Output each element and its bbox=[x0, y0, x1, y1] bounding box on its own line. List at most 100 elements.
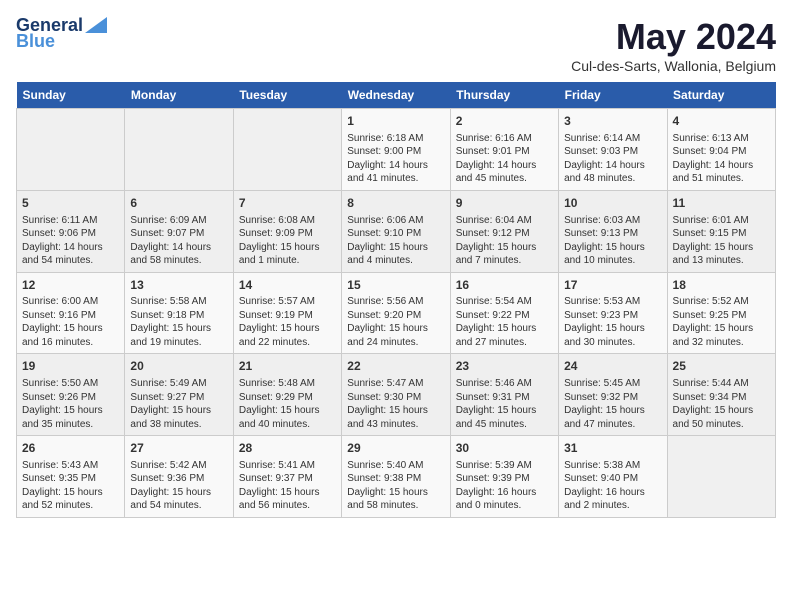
day-number: 18 bbox=[673, 277, 770, 294]
day-header-tuesday: Tuesday bbox=[233, 82, 341, 109]
day-number: 19 bbox=[22, 358, 119, 375]
day-info: Sunrise: 6:01 AM Sunset: 9:15 PM Dayligh… bbox=[673, 214, 770, 268]
day-number: 9 bbox=[456, 195, 553, 212]
logo-blue: Blue bbox=[16, 32, 55, 52]
logo: General Blue bbox=[16, 16, 107, 52]
calendar-cell: 15Sunrise: 5:56 AM Sunset: 9:20 PM Dayli… bbox=[342, 272, 450, 354]
day-number: 17 bbox=[564, 277, 661, 294]
day-info: Sunrise: 6:13 AM Sunset: 9:04 PM Dayligh… bbox=[673, 132, 770, 186]
day-number: 7 bbox=[239, 195, 336, 212]
day-number: 6 bbox=[130, 195, 227, 212]
page-header: General Blue May 2024 Cul-des-Sarts, Wal… bbox=[16, 16, 776, 74]
day-number: 21 bbox=[239, 358, 336, 375]
day-number: 2 bbox=[456, 113, 553, 130]
day-number: 14 bbox=[239, 277, 336, 294]
day-info: Sunrise: 5:43 AM Sunset: 9:35 PM Dayligh… bbox=[22, 459, 119, 513]
calendar-cell bbox=[125, 109, 233, 191]
title-section: May 2024 Cul-des-Sarts, Wallonia, Belgiu… bbox=[571, 16, 776, 74]
day-info: Sunrise: 6:03 AM Sunset: 9:13 PM Dayligh… bbox=[564, 214, 661, 268]
day-number: 10 bbox=[564, 195, 661, 212]
calendar-cell: 10 Sunrise: 6:03 AM Sunset: 9:13 PM Dayli… bbox=[559, 190, 667, 272]
day-number: 5 bbox=[22, 195, 119, 212]
day-number: 30 bbox=[456, 440, 553, 457]
day-info: Sunrise: 5:40 AM Sunset: 9:38 PM Dayligh… bbox=[347, 459, 444, 513]
calendar-cell: 22Sunrise: 5:47 AM Sunset: 9:30 PM Dayli… bbox=[342, 354, 450, 436]
day-number: 20 bbox=[130, 358, 227, 375]
calendar-cell bbox=[233, 109, 341, 191]
calendar-cell: 13Sunrise: 5:58 AM Sunset: 9:18 PM Dayli… bbox=[125, 272, 233, 354]
day-info: Sunrise: 5:48 AM Sunset: 9:29 PM Dayligh… bbox=[239, 377, 336, 431]
day-number: 26 bbox=[22, 440, 119, 457]
day-number: 23 bbox=[456, 358, 553, 375]
calendar-cell: 12Sunrise: 6:00 AM Sunset: 9:16 PM Dayli… bbox=[17, 272, 125, 354]
calendar-cell: 21 Sunrise: 5:48 AM Sunset: 9:29 PM Dayli… bbox=[233, 354, 341, 436]
day-header-friday: Friday bbox=[559, 82, 667, 109]
calendar-cell: 30Sunrise: 5:39 AM Sunset: 9:39 PM Dayli… bbox=[450, 436, 558, 518]
calendar-cell: 24 Sunrise: 5:45 AM Sunset: 9:32 PM Dayli… bbox=[559, 354, 667, 436]
calendar-cell: 19 Sunrise: 5:50 AM Sunset: 9:26 PM Dayli… bbox=[17, 354, 125, 436]
day-number: 28 bbox=[239, 440, 336, 457]
day-number: 12 bbox=[22, 277, 119, 294]
calendar-cell bbox=[667, 436, 775, 518]
day-info: Sunrise: 6:09 AM Sunset: 9:07 PM Dayligh… bbox=[130, 214, 227, 268]
calendar-table: SundayMondayTuesdayWednesdayThursdayFrid… bbox=[16, 82, 776, 518]
day-info: Sunrise: 6:14 AM Sunset: 9:03 PM Dayligh… bbox=[564, 132, 661, 186]
day-number: 11 bbox=[673, 195, 770, 212]
day-header-thursday: Thursday bbox=[450, 82, 558, 109]
calendar-cell: 5 Sunrise: 6:11 AM Sunset: 9:06 PM Daylig… bbox=[17, 190, 125, 272]
day-info: Sunrise: 5:41 AM Sunset: 9:37 PM Dayligh… bbox=[239, 459, 336, 513]
calendar-cell: 7 Sunrise: 6:08 AM Sunset: 9:09 PM Daylig… bbox=[233, 190, 341, 272]
day-info: Sunrise: 5:42 AM Sunset: 9:36 PM Dayligh… bbox=[130, 459, 227, 513]
calendar-cell bbox=[17, 109, 125, 191]
calendar-cell: 11 Sunrise: 6:01 AM Sunset: 9:15 PM Dayli… bbox=[667, 190, 775, 272]
day-number: 31 bbox=[564, 440, 661, 457]
calendar-cell: 20 Sunrise: 5:49 AM Sunset: 9:27 PM Dayli… bbox=[125, 354, 233, 436]
day-info: Sunrise: 5:50 AM Sunset: 9:26 PM Dayligh… bbox=[22, 377, 119, 431]
day-info: Sunrise: 5:53 AM Sunset: 9:23 PM Dayligh… bbox=[564, 295, 661, 349]
day-info: Sunrise: 6:06 AM Sunset: 9:10 PM Dayligh… bbox=[347, 214, 444, 268]
calendar-cell: 25Sunrise: 5:44 AM Sunset: 9:34 PM Dayli… bbox=[667, 354, 775, 436]
calendar-cell: 3Sunrise: 6:14 AM Sunset: 9:03 PM Daylig… bbox=[559, 109, 667, 191]
day-info: Sunrise: 5:54 AM Sunset: 9:22 PM Dayligh… bbox=[456, 295, 553, 349]
calendar-cell: 17Sunrise: 5:53 AM Sunset: 9:23 PM Dayli… bbox=[559, 272, 667, 354]
day-info: Sunrise: 6:08 AM Sunset: 9:09 PM Dayligh… bbox=[239, 214, 336, 268]
day-info: Sunrise: 5:56 AM Sunset: 9:20 PM Dayligh… bbox=[347, 295, 444, 349]
calendar-week-row: 26 Sunrise: 5:43 AM Sunset: 9:35 PM Dayli… bbox=[17, 436, 776, 518]
calendar-cell: 6 Sunrise: 6:09 AM Sunset: 9:07 PM Daylig… bbox=[125, 190, 233, 272]
calendar-week-row: 19 Sunrise: 5:50 AM Sunset: 9:26 PM Dayli… bbox=[17, 354, 776, 436]
calendar-cell: 8 Sunrise: 6:06 AM Sunset: 9:10 PM Daylig… bbox=[342, 190, 450, 272]
calendar-week-row: 12Sunrise: 6:00 AM Sunset: 9:16 PM Dayli… bbox=[17, 272, 776, 354]
day-number: 15 bbox=[347, 277, 444, 294]
day-number: 27 bbox=[130, 440, 227, 457]
calendar-cell: 23 Sunrise: 5:46 AM Sunset: 9:31 PM Dayli… bbox=[450, 354, 558, 436]
calendar-header-row: SundayMondayTuesdayWednesdayThursdayFrid… bbox=[17, 82, 776, 109]
day-header-saturday: Saturday bbox=[667, 82, 775, 109]
month-title: May 2024 bbox=[571, 16, 776, 58]
day-info: Sunrise: 5:38 AM Sunset: 9:40 PM Dayligh… bbox=[564, 459, 661, 513]
day-info: Sunrise: 5:46 AM Sunset: 9:31 PM Dayligh… bbox=[456, 377, 553, 431]
calendar-week-row: 1Sunrise: 6:18 AM Sunset: 9:00 PM Daylig… bbox=[17, 109, 776, 191]
day-info: Sunrise: 5:57 AM Sunset: 9:19 PM Dayligh… bbox=[239, 295, 336, 349]
day-number: 8 bbox=[347, 195, 444, 212]
calendar-cell: 29 Sunrise: 5:40 AM Sunset: 9:38 PM Dayli… bbox=[342, 436, 450, 518]
logo-icon bbox=[85, 17, 107, 33]
calendar-cell: 9 Sunrise: 6:04 AM Sunset: 9:12 PM Daylig… bbox=[450, 190, 558, 272]
day-number: 29 bbox=[347, 440, 444, 457]
day-info: Sunrise: 5:44 AM Sunset: 9:34 PM Dayligh… bbox=[673, 377, 770, 431]
day-info: Sunrise: 6:04 AM Sunset: 9:12 PM Dayligh… bbox=[456, 214, 553, 268]
day-info: Sunrise: 6:11 AM Sunset: 9:06 PM Dayligh… bbox=[22, 214, 119, 268]
calendar-cell: 4 Sunrise: 6:13 AM Sunset: 9:04 PM Daylig… bbox=[667, 109, 775, 191]
calendar-week-row: 5 Sunrise: 6:11 AM Sunset: 9:06 PM Daylig… bbox=[17, 190, 776, 272]
day-number: 24 bbox=[564, 358, 661, 375]
calendar-cell: 28 Sunrise: 5:41 AM Sunset: 9:37 PM Dayli… bbox=[233, 436, 341, 518]
location-subtitle: Cul-des-Sarts, Wallonia, Belgium bbox=[571, 58, 776, 74]
day-info: Sunrise: 5:45 AM Sunset: 9:32 PM Dayligh… bbox=[564, 377, 661, 431]
calendar-cell: 2 Sunrise: 6:16 AM Sunset: 9:01 PM Daylig… bbox=[450, 109, 558, 191]
day-number: 4 bbox=[673, 113, 770, 130]
calendar-cell: 27 Sunrise: 5:42 AM Sunset: 9:36 PM Dayli… bbox=[125, 436, 233, 518]
day-info: Sunrise: 6:16 AM Sunset: 9:01 PM Dayligh… bbox=[456, 132, 553, 186]
calendar-cell: 31 Sunrise: 5:38 AM Sunset: 9:40 PM Dayli… bbox=[559, 436, 667, 518]
day-number: 13 bbox=[130, 277, 227, 294]
day-header-wednesday: Wednesday bbox=[342, 82, 450, 109]
day-info: Sunrise: 5:49 AM Sunset: 9:27 PM Dayligh… bbox=[130, 377, 227, 431]
